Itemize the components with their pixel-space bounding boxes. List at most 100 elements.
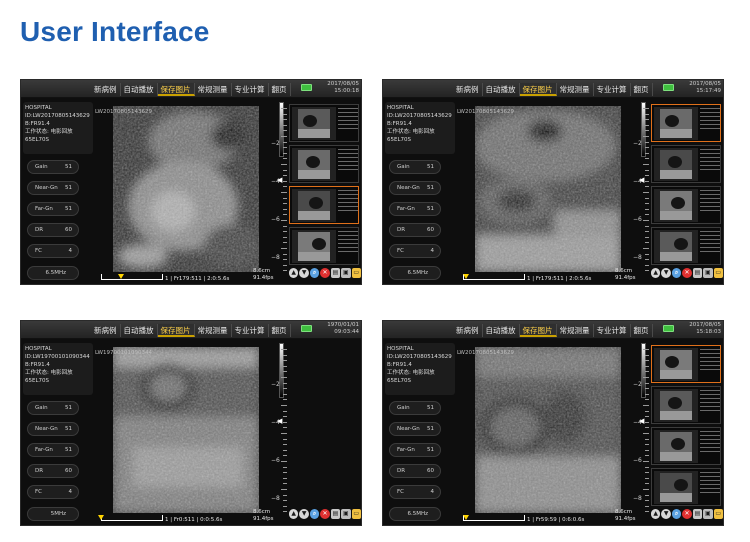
ultrasound-image[interactable] [475, 347, 621, 513]
menu-item[interactable]: 自动播放 [121, 83, 158, 96]
thumbnail[interactable] [651, 468, 721, 506]
cine-progress-bar[interactable] [463, 515, 525, 521]
delete-icon[interactable]: ✕ [320, 268, 330, 278]
param-button[interactable]: Far-Gn 51 [389, 443, 441, 457]
thumbnail[interactable] [651, 345, 721, 383]
param-button[interactable]: Near-Gn 51 [27, 422, 79, 436]
menu-item[interactable]: 新病例 [91, 324, 121, 337]
ultrasound-image[interactable] [475, 106, 621, 272]
print-icon[interactable]: ▤ [692, 268, 703, 278]
thumbnail[interactable] [289, 104, 359, 142]
folder-icon[interactable]: ▭ [351, 268, 361, 278]
cine-progress-bar[interactable] [463, 274, 525, 280]
lock-icon[interactable]: ▣ [703, 509, 713, 519]
menu-item[interactable]: 翻页 [631, 324, 653, 337]
thumbnail[interactable] [651, 186, 721, 224]
menu-item[interactable]: 保存图片 [519, 83, 557, 96]
param-button[interactable]: 6.5MHz [389, 507, 441, 521]
ultrasound-image[interactable] [113, 347, 259, 513]
menu-item[interactable]: 常规测量 [557, 324, 594, 337]
param-button[interactable]: DR 60 [389, 464, 441, 478]
arrow-up-icon[interactable]: ▲ [289, 268, 299, 278]
param-button[interactable]: Far-Gn 51 [389, 202, 441, 216]
menu-item[interactable]: 专业计算 [594, 83, 631, 96]
menu-item[interactable]: 常规测量 [195, 83, 232, 96]
param-button[interactable]: FC 4 [27, 485, 79, 499]
arrow-up-icon[interactable]: ▲ [651, 509, 661, 519]
arrow-down-icon[interactable]: ▼ [299, 509, 309, 519]
menu-item[interactable]: 专业计算 [232, 324, 269, 337]
search-icon[interactable]: ⌕ [309, 268, 320, 278]
param-button[interactable]: Gain 51 [27, 401, 79, 415]
arrow-down-icon[interactable]: ▼ [299, 268, 309, 278]
menu-item[interactable]: 自动播放 [483, 324, 520, 337]
cine-progress-bar[interactable] [101, 274, 163, 280]
print-icon[interactable]: ▤ [330, 509, 341, 519]
search-icon[interactable]: ⌕ [671, 268, 682, 278]
param-button[interactable]: Near-Gn 51 [389, 422, 441, 436]
menu-item[interactable]: 保存图片 [157, 83, 195, 96]
thumbnail[interactable] [651, 145, 721, 183]
thumbnail[interactable] [651, 427, 721, 465]
thumbnail[interactable] [651, 104, 721, 142]
menu-item[interactable]: 自动播放 [121, 324, 158, 337]
param-button[interactable]: 6.5MHz [389, 266, 441, 280]
param-button[interactable]: Gain 51 [389, 401, 441, 415]
menu-item[interactable]: 新病例 [453, 83, 483, 96]
lock-icon[interactable]: ▣ [341, 268, 351, 278]
menu-item[interactable]: 专业计算 [594, 324, 631, 337]
param-button[interactable]: 6.5MHz [27, 266, 79, 280]
param-button[interactable]: DR 60 [389, 223, 441, 237]
folder-icon[interactable]: ▭ [713, 509, 723, 519]
param-button[interactable]: DR 60 [27, 464, 79, 478]
param-button[interactable]: Near-Gn 51 [27, 181, 79, 195]
arrow-up-icon[interactable]: ▲ [651, 268, 661, 278]
thumbnail[interactable] [289, 227, 359, 265]
param-button[interactable]: Near-Gn 51 [389, 181, 441, 195]
thumbnail[interactable] [289, 186, 359, 224]
param-button[interactable]: Far-Gn 51 [27, 202, 79, 216]
thumbnail[interactable] [651, 386, 721, 424]
param-button[interactable]: DR 60 [27, 223, 79, 237]
menu-item[interactable]: 保存图片 [157, 324, 195, 337]
ultrasound-image[interactable] [113, 106, 259, 272]
cine-marker-icon[interactable] [463, 515, 470, 520]
param-button[interactable]: FC 4 [27, 244, 79, 258]
arrow-down-icon[interactable]: ▼ [661, 509, 671, 519]
cine-marker-icon[interactable] [117, 274, 124, 279]
print-icon[interactable]: ▤ [330, 268, 341, 278]
menu-item[interactable]: 翻页 [269, 83, 291, 96]
delete-icon[interactable]: ✕ [682, 268, 692, 278]
delete-icon[interactable]: ✕ [320, 509, 330, 519]
param-button[interactable]: FC 4 [389, 485, 441, 499]
menu-item[interactable]: 翻页 [631, 83, 653, 96]
menu-item[interactable]: 保存图片 [519, 324, 557, 337]
search-icon[interactable]: ⌕ [671, 509, 682, 519]
menu-item[interactable]: 自动播放 [483, 83, 520, 96]
folder-icon[interactable]: ▭ [713, 268, 723, 278]
menu-item[interactable]: 常规测量 [195, 324, 232, 337]
param-button[interactable]: Far-Gn 51 [27, 443, 79, 457]
thumbnail[interactable] [651, 227, 721, 265]
menu-item[interactable]: 常规测量 [557, 83, 594, 96]
menu-item[interactable]: 专业计算 [232, 83, 269, 96]
lock-icon[interactable]: ▣ [341, 509, 351, 519]
param-button[interactable]: Gain 51 [389, 160, 441, 174]
arrow-up-icon[interactable]: ▲ [289, 509, 299, 519]
folder-icon[interactable]: ▭ [351, 509, 361, 519]
cine-marker-icon[interactable] [463, 274, 470, 279]
cine-progress-bar[interactable] [101, 515, 163, 521]
menu-item[interactable]: 新病例 [91, 83, 121, 96]
param-button[interactable]: FC 4 [389, 244, 441, 258]
print-icon[interactable]: ▤ [692, 509, 703, 519]
param-button[interactable]: 5MHz [27, 507, 79, 521]
param-button[interactable]: Gain 51 [27, 160, 79, 174]
cine-marker-icon[interactable] [98, 515, 104, 520]
arrow-down-icon[interactable]: ▼ [661, 268, 671, 278]
menu-item[interactable]: 翻页 [269, 324, 291, 337]
thumbnail[interactable] [289, 145, 359, 183]
menu-item[interactable]: 新病例 [453, 324, 483, 337]
lock-icon[interactable]: ▣ [703, 268, 713, 278]
search-icon[interactable]: ⌕ [309, 509, 320, 519]
delete-icon[interactable]: ✕ [682, 509, 692, 519]
